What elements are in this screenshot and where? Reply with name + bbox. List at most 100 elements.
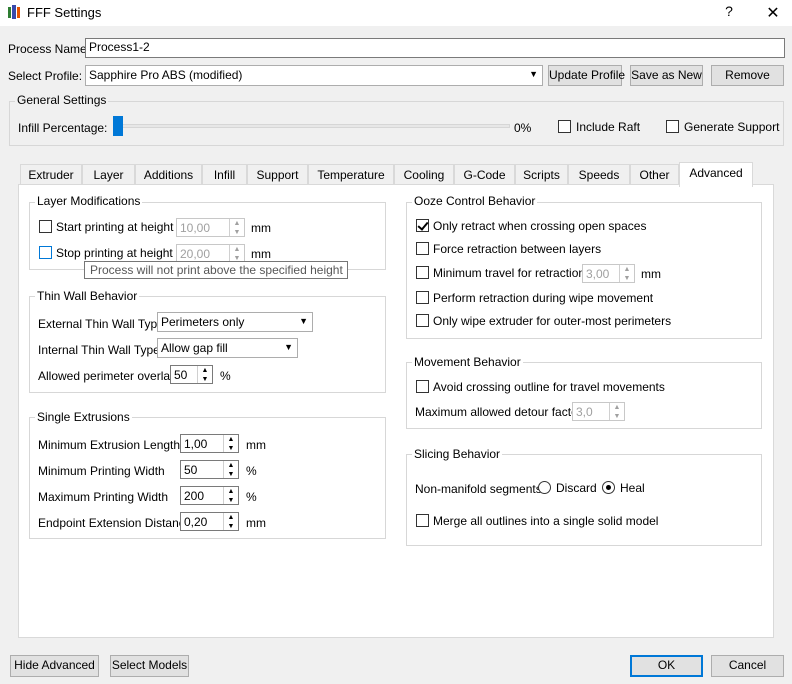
spin-up-icon[interactable]: ▲ xyxy=(224,487,238,496)
force-retraction-checkbox[interactable] xyxy=(416,242,429,255)
spin-up-icon[interactable]: ▲ xyxy=(198,366,212,375)
endpoint-extension-unit: mm xyxy=(246,516,266,530)
min-printing-width-spinbox[interactable]: 50 ▲ ▼ xyxy=(180,460,239,479)
start-printing-label: Start printing at height xyxy=(56,220,174,234)
save-as-new-button[interactable]: Save as New xyxy=(630,65,703,86)
tab-scripts[interactable]: Scripts xyxy=(515,164,568,185)
hide-advanced-button[interactable]: Hide Advanced xyxy=(10,655,99,677)
generate-support-checkbox[interactable] xyxy=(666,120,679,133)
chevron-down-icon: ▼ xyxy=(299,316,308,326)
select-models-button[interactable]: Select Models xyxy=(110,655,189,677)
spin-down-icon[interactable]: ▼ xyxy=(224,470,238,479)
start-printing-checkbox[interactable] xyxy=(39,220,52,233)
allowed-overlap-unit: % xyxy=(220,369,231,383)
spin-down-icon[interactable]: ▼ xyxy=(198,375,212,384)
spin-down-icon[interactable]: ▼ xyxy=(230,228,244,237)
tab-other[interactable]: Other xyxy=(630,164,679,185)
min-travel-spinbox[interactable]: 3,00 ▲ ▼ xyxy=(582,264,635,283)
max-printing-width-spinbox[interactable]: 200 ▲ ▼ xyxy=(180,486,239,505)
min-extrusion-length-unit: mm xyxy=(246,438,266,452)
only-retract-checkbox[interactable] xyxy=(416,219,429,232)
spin-down-icon[interactable]: ▼ xyxy=(224,522,238,531)
min-travel-unit: mm xyxy=(641,267,661,281)
tab-extruder[interactable]: Extruder xyxy=(20,164,82,185)
spin-up-icon[interactable]: ▲ xyxy=(620,265,634,274)
endpoint-extension-label: Endpoint Extension Distance xyxy=(38,516,192,530)
close-button[interactable]: ✕ xyxy=(764,3,782,22)
tab-layer[interactable]: Layer xyxy=(82,164,135,185)
stop-printing-checkbox[interactable] xyxy=(39,246,52,259)
tab-infill[interactable]: Infill xyxy=(202,164,247,185)
slicing-behavior-title: Slicing Behavior xyxy=(412,447,503,461)
chevron-down-icon: ▼ xyxy=(529,69,538,79)
max-printing-width-label: Maximum Printing Width xyxy=(38,490,169,504)
wipe-retraction-checkbox[interactable] xyxy=(416,291,429,304)
internal-thin-wall-select[interactable]: Allow gap fill ▼ xyxy=(157,338,298,358)
spin-down-icon[interactable]: ▼ xyxy=(224,496,238,505)
tab-speeds[interactable]: Speeds xyxy=(568,164,630,185)
tab-support[interactable]: Support xyxy=(247,164,308,185)
min-printing-width-label: Minimum Printing Width xyxy=(38,464,165,478)
generate-support-label: Generate Support xyxy=(684,120,780,134)
internal-thin-wall-value: Allow gap fill xyxy=(161,341,228,355)
discard-label: Discard xyxy=(556,481,597,495)
wipe-retraction-label: Perform retraction during wipe movement xyxy=(433,291,654,305)
min-travel-label: Minimum travel for retraction xyxy=(433,266,586,280)
spin-up-icon[interactable]: ▲ xyxy=(230,245,244,254)
general-settings-title: General Settings xyxy=(15,93,109,107)
avoid-crossing-label: Avoid crossing outline for travel moveme… xyxy=(433,380,665,394)
min-printing-width-unit: % xyxy=(246,464,257,478)
detour-factor-value: 3,0 xyxy=(576,405,593,419)
spin-up-icon[interactable]: ▲ xyxy=(224,461,238,470)
spin-up-icon[interactable]: ▲ xyxy=(224,435,238,444)
stop-height-tooltip: Process will not print above the specifi… xyxy=(84,261,348,279)
include-raft-checkbox[interactable] xyxy=(558,120,571,133)
detour-factor-label: Maximum allowed detour factor xyxy=(415,405,582,419)
slicing-behavior-group xyxy=(406,454,762,546)
ooze-control-title: Ooze Control Behavior xyxy=(412,194,538,208)
infill-slider-thumb[interactable] xyxy=(113,116,123,136)
spin-down-icon[interactable]: ▼ xyxy=(610,412,624,421)
ok-button[interactable]: OK xyxy=(630,655,703,677)
external-thin-wall-label: External Thin Wall Type xyxy=(38,317,164,331)
external-thin-wall-select[interactable]: Perimeters only ▼ xyxy=(157,312,313,332)
start-height-spinbox[interactable]: 10,00 ▲ ▼ xyxy=(176,218,245,237)
tab-temperature[interactable]: Temperature xyxy=(308,164,394,185)
heal-label: Heal xyxy=(620,481,645,495)
remove-button[interactable]: Remove xyxy=(711,65,784,86)
only-wipe-checkbox[interactable] xyxy=(416,314,429,327)
spin-up-icon[interactable]: ▲ xyxy=(610,403,624,412)
merge-outlines-label: Merge all outlines into a single solid m… xyxy=(433,514,659,528)
avoid-crossing-checkbox[interactable] xyxy=(416,380,429,393)
update-profile-button[interactable]: Update Profile xyxy=(548,65,625,86)
min-travel-checkbox[interactable] xyxy=(416,266,429,279)
tab-advanced[interactable]: Advanced xyxy=(679,162,753,187)
tab-additions[interactable]: Additions xyxy=(135,164,202,185)
merge-outlines-checkbox[interactable] xyxy=(416,514,429,527)
spin-up-icon[interactable]: ▲ xyxy=(230,219,244,228)
process-name-input[interactable]: Process1-2 xyxy=(85,38,785,58)
allowed-overlap-spinbox[interactable]: 50 ▲ ▼ xyxy=(170,365,213,384)
endpoint-extension-spinbox[interactable]: 0,20 ▲ ▼ xyxy=(180,512,239,531)
discard-radio[interactable] xyxy=(538,481,551,494)
tab-g-code[interactable]: G-Code xyxy=(454,164,515,185)
detour-factor-spinbox[interactable]: 3,0 ▲ ▼ xyxy=(572,402,625,421)
profile-select-value: Sapphire Pro ABS (modified) xyxy=(89,68,243,82)
spin-down-icon[interactable]: ▼ xyxy=(620,274,634,283)
tab-cooling[interactable]: Cooling xyxy=(394,164,454,185)
select-profile-label: Select Profile: xyxy=(8,69,83,83)
cancel-button[interactable]: Cancel xyxy=(711,655,784,677)
stop-height-unit: mm xyxy=(251,247,271,261)
spin-down-icon[interactable]: ▼ xyxy=(224,444,238,453)
start-height-unit: mm xyxy=(251,221,271,235)
endpoint-extension-value: 0,20 xyxy=(184,515,208,529)
force-retraction-label: Force retraction between layers xyxy=(433,242,602,256)
profile-select[interactable]: Sapphire Pro ABS (modified) ▼ xyxy=(85,65,543,86)
thin-wall-behavior-title: Thin Wall Behavior xyxy=(35,289,140,303)
help-button[interactable]: ? xyxy=(722,3,736,21)
heal-radio[interactable] xyxy=(602,481,615,494)
min-travel-value: 3,00 xyxy=(586,267,610,281)
spin-up-icon[interactable]: ▲ xyxy=(224,513,238,522)
min-extrusion-length-spinbox[interactable]: 1,00 ▲ ▼ xyxy=(180,434,239,453)
infill-slider-track[interactable] xyxy=(118,124,510,128)
